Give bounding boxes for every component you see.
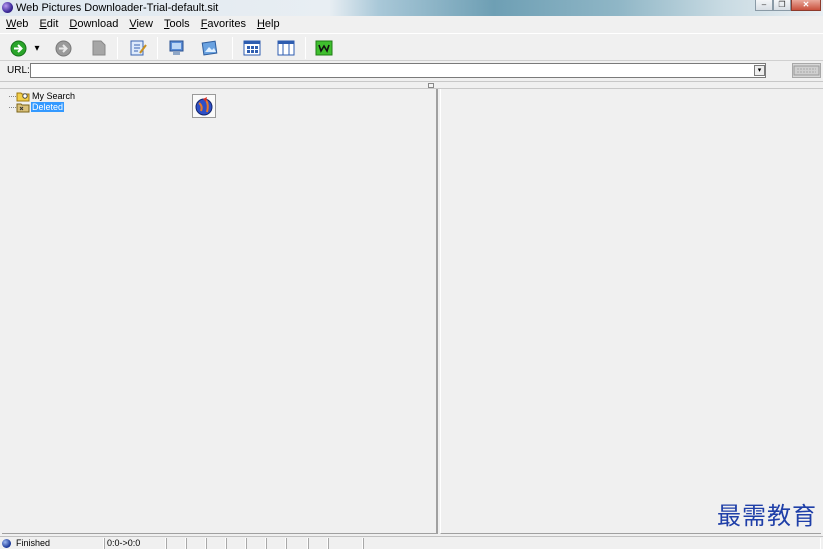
folder-tree-pane[interactable]: My Search Deleted <box>2 89 438 534</box>
globe-image[interactable] <box>192 94 216 118</box>
toolbar: ▾ <box>0 33 823 61</box>
status-panel <box>286 538 308 549</box>
menu-download[interactable]: Download <box>63 17 123 32</box>
app-globe-icon <box>2 2 13 13</box>
computer-icon <box>169 40 184 55</box>
status-panel <box>363 538 821 549</box>
url-input[interactable] <box>30 63 766 78</box>
status-panel <box>266 538 286 549</box>
url-bar: URL: ▾ <box>0 62 823 80</box>
toolbar-separator <box>232 37 233 59</box>
toolbar-separator <box>305 37 306 59</box>
column-view-icon <box>277 40 295 56</box>
shop-button[interactable] <box>313 37 335 59</box>
splitter-grip-icon[interactable] <box>428 83 434 88</box>
go-arrow-icon <box>10 40 26 56</box>
status-panel <box>246 538 266 549</box>
status-text: Finished <box>14 538 104 549</box>
page-icon <box>92 40 106 56</box>
go-dropdown-button[interactable]: ▾ <box>31 37 43 59</box>
menu-web[interactable]: Web <box>0 17 33 32</box>
title-bar: Web Pictures Downloader-Trial-default.si… <box>0 0 823 16</box>
folder-tree: My Search Deleted <box>9 91 89 113</box>
tree-connector <box>9 96 16 97</box>
menu-favorites[interactable]: Favorites <box>195 17 251 32</box>
forward-button[interactable] <box>52 37 74 59</box>
status-globe-icon <box>2 539 11 548</box>
close-button[interactable]: ✕ <box>791 0 821 11</box>
edit-page-icon <box>130 40 147 56</box>
menu-view[interactable]: View <box>123 17 158 32</box>
tree-item-deleted[interactable]: Deleted <box>9 102 89 113</box>
page-button[interactable] <box>88 37 110 59</box>
menu-tools[interactable]: Tools <box>158 17 195 32</box>
status-panel <box>308 538 328 549</box>
url-go-button[interactable] <box>792 63 821 78</box>
status-panel <box>206 538 226 549</box>
toolbar-separator <box>117 37 118 59</box>
content-pane[interactable] <box>440 89 821 534</box>
status-panel <box>328 538 363 549</box>
deleted-folder-icon <box>16 103 30 113</box>
go-button[interactable] <box>7 37 29 59</box>
tree-item-label: My Search <box>32 91 76 101</box>
url-dropdown-button[interactable]: ▾ <box>754 65 765 76</box>
grid-view-button[interactable] <box>241 37 263 59</box>
tree-item-label: Deleted <box>31 102 65 112</box>
window-controls: – ❐ ✕ <box>755 0 821 11</box>
column-view-button[interactable] <box>275 37 297 59</box>
menu-bar: Web Edit Download View Tools Favorites H… <box>0 17 823 32</box>
status-bar: Finished 0:0->0:0 <box>0 536 823 549</box>
edit-page-button[interactable] <box>127 37 149 59</box>
status-counter: 0:0->0:0 <box>104 538 166 549</box>
dropdown-icon: ▾ <box>34 42 40 54</box>
toolbar-separator <box>157 37 158 59</box>
tree-connector <box>9 107 16 108</box>
watermark-text: 最需教育 <box>717 502 817 530</box>
globe-icon <box>195 97 213 116</box>
keyboard-icon <box>793 65 820 76</box>
horizontal-splitter[interactable] <box>0 81 823 89</box>
status-panel <box>226 538 246 549</box>
url-label: URL: <box>7 65 30 76</box>
menu-help[interactable]: Help <box>251 17 285 32</box>
grid-view-icon <box>243 40 261 56</box>
restore-button[interactable]: ❐ <box>773 0 791 11</box>
computer-button[interactable] <box>166 37 188 59</box>
window-title: Web Pictures Downloader-Trial-default.si… <box>16 2 219 14</box>
minimize-button[interactable]: – <box>755 0 773 11</box>
forward-icon <box>55 40 71 56</box>
picture-icon <box>201 40 218 56</box>
picture-button[interactable] <box>199 37 221 59</box>
status-panel <box>166 538 186 549</box>
status-panel <box>186 538 206 549</box>
menu-edit[interactable]: Edit <box>33 17 63 32</box>
shop-icon <box>315 40 333 56</box>
